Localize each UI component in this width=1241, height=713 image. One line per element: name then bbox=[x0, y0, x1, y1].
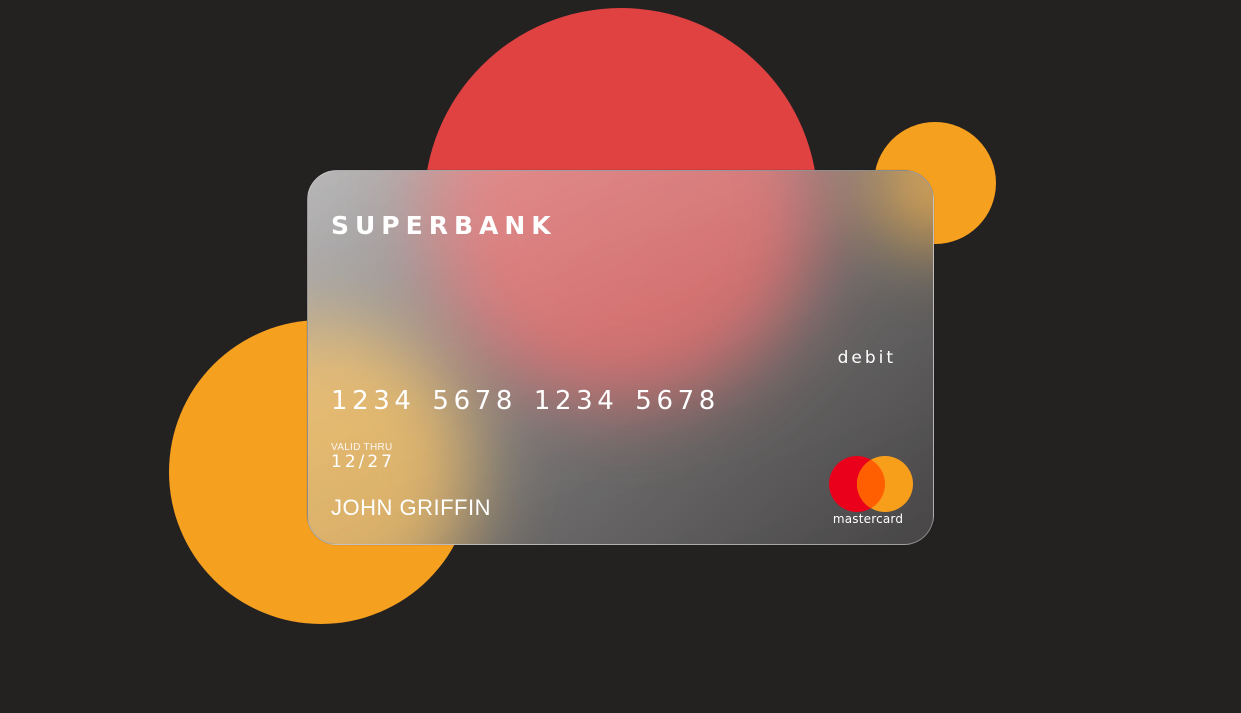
card-type: debit bbox=[837, 348, 896, 368]
glass-credit-card: SUPERBANK debit 1234 5678 1234 5678 VALI… bbox=[307, 170, 934, 545]
card-number: 1234 5678 1234 5678 bbox=[331, 386, 720, 416]
artboard: SUPERBANK debit 1234 5678 1234 5678 VALI… bbox=[0, 0, 1241, 713]
mastercard-logo: mastercard bbox=[822, 455, 914, 527]
cardholder-name: JOHN GRIFFIN bbox=[331, 495, 491, 520]
mastercard-circles-icon bbox=[829, 456, 913, 512]
bank-name: SUPERBANK bbox=[331, 211, 557, 240]
mastercard-wordmark: mastercard bbox=[832, 512, 904, 526]
valid-thru-date: 12/27 bbox=[331, 452, 395, 472]
